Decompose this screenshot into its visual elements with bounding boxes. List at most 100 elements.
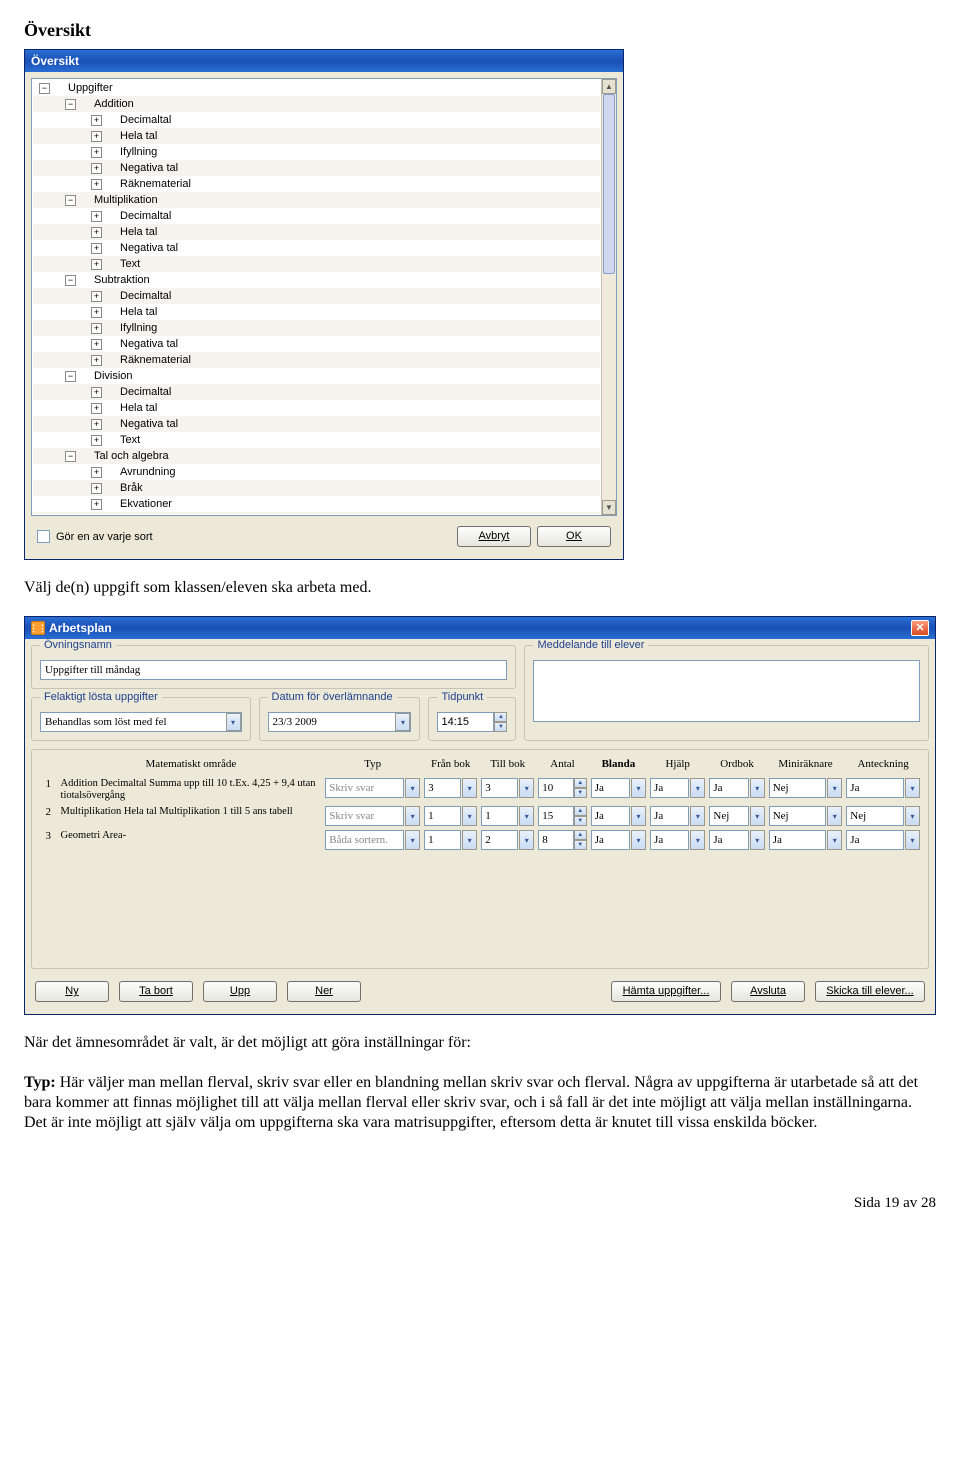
expand-icon[interactable]: + xyxy=(91,419,102,430)
expand-icon[interactable]: + xyxy=(91,499,102,510)
cell-combo[interactable]: Ja▾ xyxy=(650,806,705,826)
spin-down-icon[interactable]: ▼ xyxy=(574,816,587,826)
chevron-down-icon[interactable]: ▾ xyxy=(827,778,842,798)
tree-item[interactable]: +Decimaltal xyxy=(33,112,600,128)
cell-combo[interactable]: Ja▾ xyxy=(650,830,705,850)
cell-combo[interactable]: Ja▾ xyxy=(769,830,843,850)
cell-combo[interactable]: 2▾ xyxy=(481,830,534,850)
expand-icon[interactable]: + xyxy=(91,339,102,350)
expand-icon[interactable]: + xyxy=(91,163,102,174)
expand-icon[interactable]: + xyxy=(91,387,102,398)
tree-item[interactable]: +Ekvationer xyxy=(33,496,600,512)
ovningsnamn-input[interactable] xyxy=(40,660,507,680)
cell-combo[interactable]: Nej▾ xyxy=(846,806,920,826)
chevron-down-icon[interactable]: ▾ xyxy=(690,778,705,798)
tree-item[interactable]: −Addition xyxy=(33,96,600,112)
expand-icon[interactable]: + xyxy=(91,179,102,190)
expand-icon[interactable]: + xyxy=(91,147,102,158)
chevron-down-icon[interactable]: ▾ xyxy=(690,830,705,850)
expand-icon[interactable]: + xyxy=(91,403,102,414)
tree-item[interactable]: −Uppgifter xyxy=(33,80,600,96)
expand-icon[interactable]: + xyxy=(91,131,102,142)
chevron-down-icon[interactable]: ▾ xyxy=(462,830,477,850)
chevron-down-icon[interactable]: ▾ xyxy=(750,778,765,798)
cell-spinner[interactable]: 10▲▼ xyxy=(538,778,586,798)
tree-item[interactable]: +Decimaltal xyxy=(33,288,600,304)
tree-item[interactable]: +Decimaltal xyxy=(33,384,600,400)
cell-combo[interactable]: 3▾ xyxy=(424,778,477,798)
tree-item[interactable]: +Hela tal xyxy=(33,304,600,320)
cancel-button[interactable]: Avbryt xyxy=(457,526,531,547)
chevron-down-icon[interactable]: ▾ xyxy=(905,830,920,850)
spin-down-icon[interactable]: ▼ xyxy=(494,722,507,732)
cell-combo[interactable]: Ja▾ xyxy=(709,778,764,798)
chevron-down-icon[interactable]: ▾ xyxy=(405,778,420,798)
cell-combo[interactable]: Nej▾ xyxy=(769,778,843,798)
collapse-icon[interactable]: − xyxy=(65,99,76,110)
chevron-down-icon[interactable]: ▾ xyxy=(631,778,646,798)
tree-item[interactable]: +Negativa tal xyxy=(33,160,600,176)
cell-spinner[interactable]: 15▲▼ xyxy=(538,806,586,826)
tree-item[interactable]: +Fyll till hel xyxy=(33,512,600,514)
delete-button[interactable]: Ta bort xyxy=(119,981,193,1002)
expand-icon[interactable]: + xyxy=(91,211,102,222)
tree-item[interactable]: +Text xyxy=(33,256,600,272)
expand-icon[interactable]: + xyxy=(91,115,102,126)
tree-item[interactable]: −Tal och algebra xyxy=(33,448,600,464)
collapse-icon[interactable]: − xyxy=(65,371,76,382)
expand-icon[interactable]: + xyxy=(91,355,102,366)
down-button[interactable]: Ner xyxy=(287,981,361,1002)
cell-combo[interactable]: Ja▾ xyxy=(846,778,920,798)
chevron-down-icon[interactable]: ▾ xyxy=(827,806,842,826)
chevron-down-icon[interactable]: ▾ xyxy=(750,806,765,826)
chevron-down-icon[interactable]: ▾ xyxy=(631,830,646,850)
tree-item[interactable]: −Multiplikation xyxy=(33,192,600,208)
expand-icon[interactable]: + xyxy=(91,483,102,494)
expand-icon[interactable]: + xyxy=(91,467,102,478)
tree-item[interactable]: +Räknematerial xyxy=(33,176,600,192)
tree-item[interactable]: +Negativa tal xyxy=(33,336,600,352)
tree-item[interactable]: +Bråk xyxy=(33,480,600,496)
chevron-down-icon[interactable]: ▾ xyxy=(519,778,534,798)
chevron-down-icon[interactable]: ▾ xyxy=(405,830,420,850)
collapse-icon[interactable]: − xyxy=(65,195,76,206)
cell-spinner[interactable]: 8▲▼ xyxy=(538,830,586,850)
spin-up-icon[interactable]: ▲ xyxy=(574,806,587,816)
tree-item[interactable]: +Decimaltal xyxy=(33,208,600,224)
chevron-down-icon[interactable]: ▾ xyxy=(226,713,241,731)
scroll-down-icon[interactable]: ▼ xyxy=(602,500,616,515)
scroll-thumb[interactable] xyxy=(603,94,615,274)
send-button[interactable]: Skicka till elever... xyxy=(815,981,925,1002)
expand-icon[interactable]: + xyxy=(91,259,102,270)
cell-combo[interactable]: Ja▾ xyxy=(591,830,646,850)
expand-icon[interactable]: + xyxy=(91,323,102,334)
cell-combo[interactable]: Skriv svar▾ xyxy=(325,806,420,826)
chevron-down-icon[interactable]: ▾ xyxy=(405,806,420,826)
tree-item[interactable]: +Avrundning xyxy=(33,464,600,480)
expand-icon[interactable]: + xyxy=(91,227,102,238)
cell-combo[interactable]: 3▾ xyxy=(481,778,534,798)
spin-up-icon[interactable]: ▲ xyxy=(574,778,587,788)
close-icon[interactable]: ✕ xyxy=(911,620,929,636)
spin-up-icon[interactable]: ▲ xyxy=(494,712,507,722)
chevron-down-icon[interactable]: ▾ xyxy=(519,830,534,850)
fetch-button[interactable]: Hämta uppgifter... xyxy=(611,981,721,1002)
cell-combo[interactable]: Nej▾ xyxy=(769,806,843,826)
chevron-down-icon[interactable]: ▾ xyxy=(631,806,646,826)
tree-item[interactable]: −Division xyxy=(33,368,600,384)
scroll-up-icon[interactable]: ▲ xyxy=(602,79,616,94)
tree-scrollbar[interactable]: ▲ ▼ xyxy=(601,79,616,515)
cell-combo[interactable]: 1▾ xyxy=(424,806,477,826)
cell-combo[interactable]: Ja▾ xyxy=(591,778,646,798)
titlebar[interactable]: ⋮⋮ Arbetsplan ✕ xyxy=(25,617,935,639)
tree-item[interactable]: +Negativa tal xyxy=(33,416,600,432)
ok-button[interactable]: OK xyxy=(537,526,611,547)
cell-combo[interactable]: Båda sortern.▾ xyxy=(325,830,420,850)
chevron-down-icon[interactable]: ▾ xyxy=(462,778,477,798)
felaktigt-combo[interactable]: Behandlas som löst med fel xyxy=(40,712,242,732)
close-button[interactable]: Avsluta xyxy=(731,981,805,1002)
tree-item[interactable]: +Negativa tal xyxy=(33,240,600,256)
one-of-each-checkbox[interactable] xyxy=(37,530,50,543)
chevron-down-icon[interactable]: ▾ xyxy=(395,713,410,731)
expand-icon[interactable]: + xyxy=(91,243,102,254)
